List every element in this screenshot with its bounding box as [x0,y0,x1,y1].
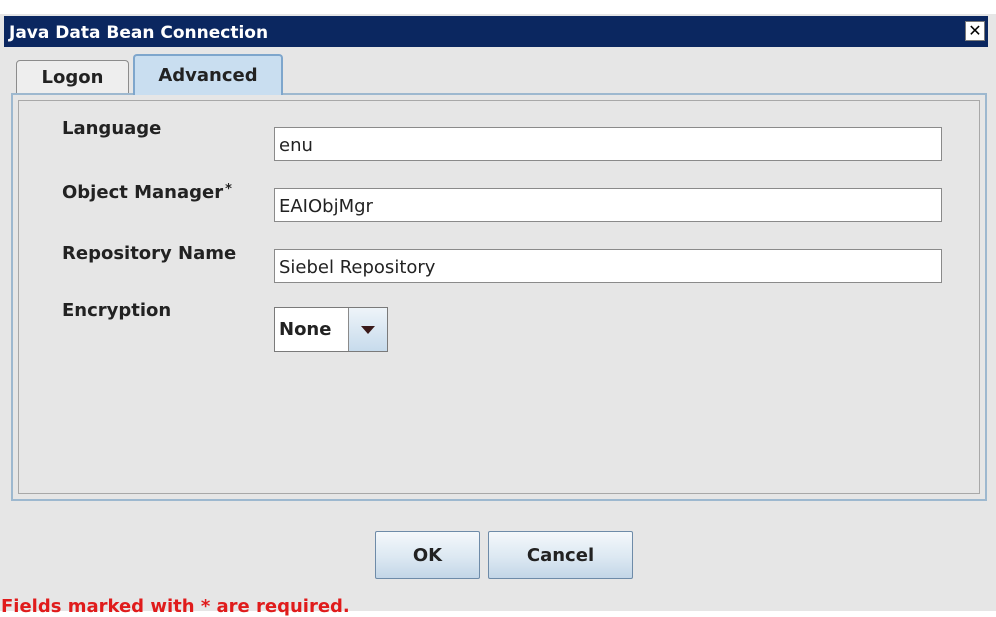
repository-name-field[interactable]: Siebel Repository [274,249,942,283]
object-manager-label: Object Manager * [62,182,232,203]
connection-dialog: Java Data Bean Connection ✕ Logon Advanc… [0,14,996,617]
object-manager-label-text: Object Manager [62,182,224,203]
required-asterisk: * [225,182,232,197]
window-title: Java Data Bean Connection [9,23,269,43]
cancel-button-label: Cancel [526,544,595,566]
close-icon: ✕ [968,21,982,40]
dropdown-arrow-button[interactable] [349,308,387,351]
tab-logon[interactable]: Logon [16,60,129,93]
ok-button-label: OK [412,544,443,566]
encryption-dropdown[interactable]: None [274,307,388,352]
background-window-fragment: ‾‾ ‾‾‾‾ ‾ ‾‾‾‾ [0,0,996,14]
tab-logon-label: Logon [41,66,104,88]
required-fields-note: Fields marked with * are required. [1,596,350,617]
tab-advanced[interactable]: Advanced [133,54,283,95]
ok-button[interactable]: OK [375,531,480,579]
object-manager-field[interactable]: EAIObjMgr [274,188,942,222]
tab-advanced-label: Advanced [158,65,258,86]
repository-name-label: Repository Name [62,243,237,264]
chevron-down-icon [361,325,375,334]
close-button[interactable]: ✕ [965,21,985,41]
cancel-button[interactable]: Cancel [488,531,633,579]
encryption-label: Encryption [62,300,172,321]
background-text-fragment: ‾‾ ‾‾‾‾ ‾ ‾‾‾‾ [510,0,630,8]
encryption-selected-value: None [275,308,349,351]
language-label: Language [62,118,162,139]
title-bar[interactable]: Java Data Bean Connection ✕ [4,16,988,47]
language-field[interactable]: enu [274,127,942,161]
